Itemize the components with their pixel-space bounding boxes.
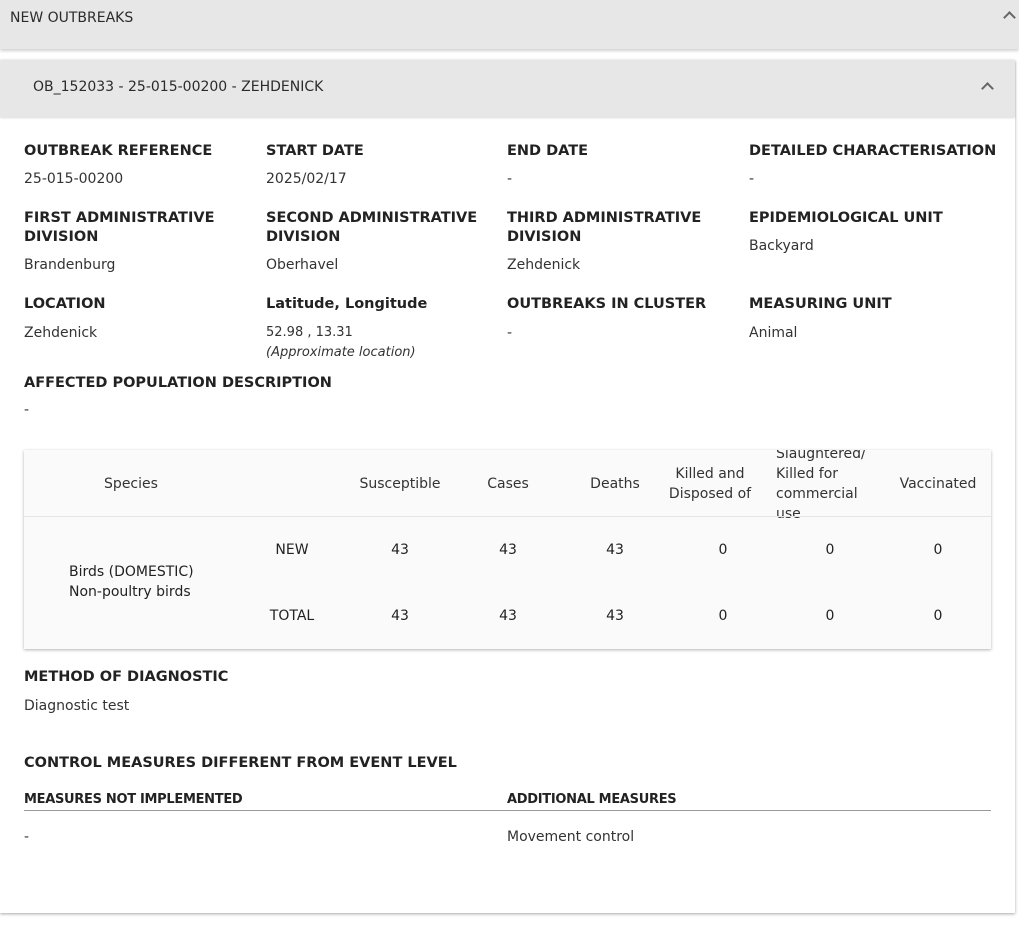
field-label-outbreak-reference: OUTBREAK REFERENCE [24,143,213,159]
cell-total-susceptible: 43 [391,608,409,624]
col-header-deaths: Deaths [590,476,640,492]
field-value-start-date: 2025/02/17 [266,171,347,187]
cell-total-vaccinated: 0 [933,608,943,624]
approximate-location-note: (Approximate location) [266,345,416,360]
field-value-second-admin-division: Oberhavel [266,257,339,273]
cell-new-killed-disposed: 0 [718,542,728,558]
cell-new-slaughtered: 0 [825,542,835,558]
field-value-first-admin-division: Brandenburg [24,257,116,273]
col-header-killed-disposed: Killed and Disposed of [668,466,752,502]
field-label-outbreaks-in-cluster: OUTBREAKS IN CLUSTER [507,296,707,312]
field-value-outbreaks-in-cluster: - [507,325,513,341]
cell-total-slaughtered: 0 [825,608,835,624]
species-table: Species Susceptible Cases Deaths Killed … [24,450,991,649]
field-label-detailed-characterisation: DETAILED CHARACTERISATION [749,143,997,159]
row-type-new: NEW [275,542,309,558]
control-measures-label: CONTROL MEASURES DIFFERENT FROM EVENT LE… [24,755,457,771]
diagnostic-value: Diagnostic test [24,698,130,714]
species-name: Birds (DOMESTIC) Non-poultry birds [69,564,194,600]
field-label-measuring-unit: MEASURING UNIT [749,296,892,312]
field-label-third-admin-division: THIRD ADMINISTRATIVE DIVISION [507,210,702,245]
cell-new-vaccinated: 0 [933,542,943,558]
row-type-total: TOTAL [269,608,315,624]
col-header-susceptible: Susceptible [359,476,441,492]
field-value-detailed-characterisation: - [749,171,755,187]
field-value-location: Zehdenick [24,325,98,341]
measures-not-implemented-value: - [24,829,30,845]
field-value-end-date: - [507,171,513,187]
col-header-species: Species [104,476,158,492]
chevron-up-icon[interactable] [1003,11,1016,24]
col-header-vaccinated: Vaccinated [899,476,977,492]
outbreak-title: OB_152033 - 25-015-00200 - ZEHDENICK [33,79,324,95]
field-label-start-date: START DATE [266,143,364,159]
field-label-latitude-longitude: Latitude, Longitude [266,296,428,312]
new-outbreaks-panel-header[interactable]: NEW OUTBREAKS [0,0,1019,49]
field-label-second-admin-division: SECOND ADMINISTRATIVE DIVISION [266,210,478,245]
measures-not-implemented-label: MEASURES NOT IMPLEMENTED [24,792,243,807]
cell-new-deaths: 43 [606,542,624,558]
outbreak-card-header[interactable]: OB_152033 - 25-015-00200 - ZEHDENICK [0,60,1015,117]
affected-population-value: - [24,402,30,418]
cell-new-susceptible: 43 [391,542,409,558]
col-header-slaughtered: Slaughtered/ Killed for commercial use [776,450,866,522]
chevron-up-icon[interactable] [981,82,994,95]
field-label-epidemiological-unit: EPIDEMIOLOGICAL UNIT [749,210,943,226]
table-header-divider [24,516,991,517]
field-label-end-date: END DATE [507,143,589,159]
field-value-outbreak-reference: 25-015-00200 [24,171,124,187]
field-value-latitude-longitude: 52.98 , 13.31 [266,325,353,340]
cell-total-killed-disposed: 0 [718,608,728,624]
field-label-location: LOCATION [24,296,106,312]
field-value-epidemiological-unit: Backyard [749,238,814,254]
col-header-cases: Cases [487,476,529,492]
cell-new-cases: 43 [499,542,517,558]
control-measures-divider [24,810,991,811]
field-label-first-admin-division: FIRST ADMINISTRATIVE DIVISION [24,210,215,245]
new-outbreaks-title: NEW OUTBREAKS [10,10,134,26]
affected-population-label: AFFECTED POPULATION DESCRIPTION [24,375,332,391]
cell-total-cases: 43 [499,608,517,624]
additional-measures-label: ADDITIONAL MEASURES [507,792,677,807]
field-value-measuring-unit: Animal [749,325,798,341]
field-value-third-admin-division: Zehdenick [507,257,581,273]
additional-measures-value: Movement control [507,829,635,845]
cell-total-deaths: 43 [606,608,624,624]
diagnostic-label: METHOD OF DIAGNOSTIC [24,669,229,685]
